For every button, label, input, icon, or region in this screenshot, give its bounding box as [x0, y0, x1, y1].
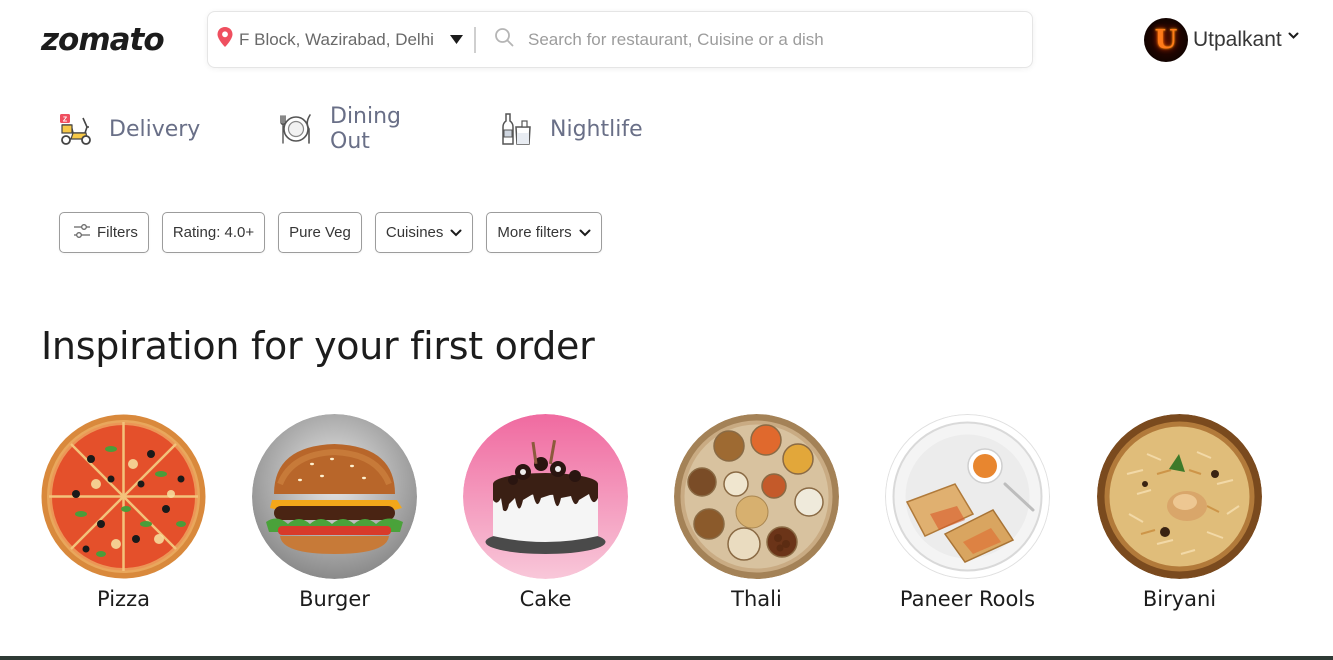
delivery-scooter-icon: Z: [57, 111, 93, 147]
food-card-paneer-rools[interactable]: Paneer Rools: [885, 414, 1050, 611]
more-filters-dropdown[interactable]: More filters: [486, 212, 602, 253]
user-name[interactable]: Utpalkant: [1193, 28, 1282, 52]
tab-nightlife[interactable]: Nightlife: [498, 105, 643, 153]
tab-dining-out[interactable]: Dining Out: [278, 104, 402, 154]
tab-label: Delivery: [109, 116, 201, 142]
thali-image: [674, 414, 839, 579]
location-selector[interactable]: F Block, Wazirabad, Delhi: [208, 12, 470, 67]
cake-image: [463, 414, 628, 579]
zomato-logo[interactable]: zomato: [41, 22, 165, 58]
rating-filter-chip[interactable]: Rating: 4.0+: [161, 212, 266, 253]
user-menu[interactable]: U Utpalkant: [1144, 18, 1299, 62]
chevron-down-icon[interactable]: [1288, 27, 1299, 45]
dining-plate-icon: [278, 111, 314, 147]
filter-bar: Filters Rating: 4.0+ Pure Veg Cuisines M…: [59, 212, 602, 253]
search-icon: [494, 27, 514, 52]
section-title: Inspiration for your first order: [41, 324, 595, 368]
food-card-label: Paneer Rools: [899, 587, 1036, 611]
filters-button[interactable]: Filters: [59, 212, 149, 253]
search-input[interactable]: [528, 29, 1008, 50]
cuisines-label: Cuisines: [385, 224, 444, 241]
search-field[interactable]: [476, 12, 1032, 67]
burger-image: [252, 414, 417, 579]
header: zomato F Block, Wazirabad, Delhi Search …: [0, 0, 1333, 80]
paneer-rolls-image: [885, 414, 1050, 579]
tab-delivery[interactable]: Z Delivery: [57, 105, 200, 153]
food-card-cake[interactable]: Cake: [463, 414, 628, 611]
food-card-label: Cake: [519, 587, 572, 611]
more-filters-label: More filters: [497, 224, 572, 241]
pizza-image: [41, 414, 206, 579]
cuisines-dropdown[interactable]: Cuisines: [374, 212, 474, 253]
food-card-label: Thali: [731, 587, 782, 611]
pure-veg-chip[interactable]: Pure Veg: [278, 212, 362, 253]
food-card-biryani[interactable]: Biryani: [1097, 414, 1262, 611]
tab-label: Nightlife: [550, 116, 643, 142]
tab-label: Dining Out: [330, 104, 402, 154]
nightlife-bottle-icon: [498, 111, 534, 147]
food-card-label: Biryani: [1142, 587, 1217, 611]
chevron-down-icon: [450, 224, 462, 241]
filters-label: Filters: [97, 224, 138, 241]
food-card-label: Burger: [299, 587, 370, 611]
food-card-burger[interactable]: Burger: [252, 414, 417, 611]
chevron-down-icon: [579, 224, 591, 241]
search-bar: F Block, Wazirabad, Delhi: [207, 11, 1033, 68]
rating-filter-label: Rating: 4.0+: [172, 224, 255, 241]
biryani-image: [1097, 414, 1262, 579]
food-card-label: Pizza: [97, 587, 150, 611]
page-bottom-edge: [0, 656, 1333, 660]
food-card-thali[interactable]: Thali: [674, 414, 839, 611]
avatar-letter: U: [1154, 25, 1178, 55]
sliders-icon: [73, 223, 91, 243]
pure-veg-label: Pure Veg: [289, 224, 351, 241]
svg-text:Z: Z: [63, 117, 68, 124]
food-card-pizza[interactable]: Pizza: [41, 414, 206, 611]
location-pin-icon: [216, 26, 234, 53]
avatar[interactable]: U: [1144, 18, 1188, 62]
caret-down-icon[interactable]: [449, 31, 463, 49]
inspiration-carousel: Pizza Burger Cake Thali Paneer Rools Bir…: [41, 414, 1291, 624]
location-text: F Block, Wazirabad, Delhi: [239, 29, 434, 49]
